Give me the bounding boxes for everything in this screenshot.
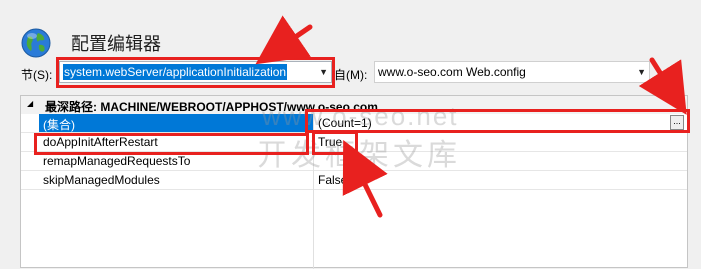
- arrow-to-row: [342, 140, 388, 218]
- annotation-arrows: [255, 15, 687, 218]
- arrow-to-ellipsis: [638, 57, 687, 115]
- arrow-to-section: [255, 15, 313, 65]
